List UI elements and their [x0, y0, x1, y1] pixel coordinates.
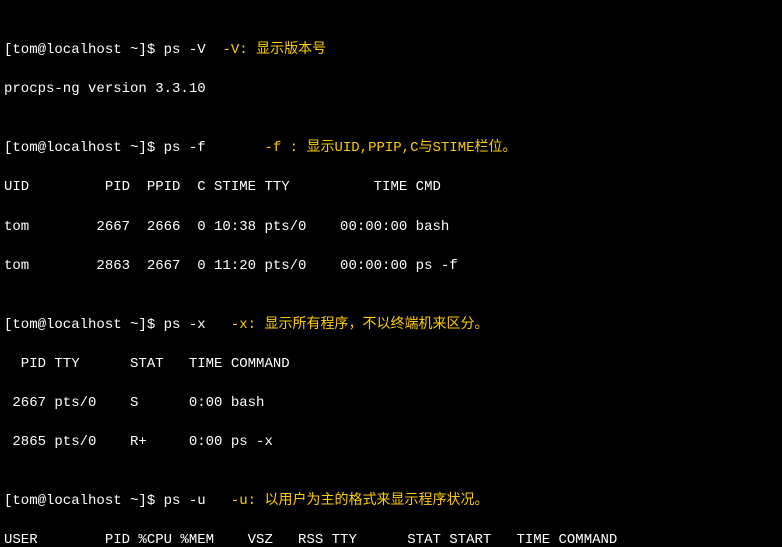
- table-row: tom 2667 2666 0 10:38 pts/0 00:00:00 bas…: [4, 218, 778, 238]
- terminal[interactable]: [tom@localhost ~]$ ps -V -V: 显示版本号 procp…: [0, 0, 782, 547]
- shell-prompt: [tom@localhost ~]$: [4, 42, 164, 58]
- command-ps-f: ps -f: [164, 140, 206, 156]
- shell-prompt: [tom@localhost ~]$: [4, 317, 164, 333]
- note-ps-u: -u: 以用户为主的格式来显示程序状况。: [231, 493, 489, 509]
- note-ps-x: -x: 显示所有程序，不以终端机来区分。: [231, 317, 489, 333]
- table-row: tom 2863 2667 0 11:20 pts/0 00:00:00 ps …: [4, 257, 778, 277]
- table-row: 2865 pts/0 R+ 0:00 ps -x: [4, 433, 778, 453]
- command-ps-V: ps -V: [164, 42, 206, 58]
- command-ps-u: ps -u: [164, 493, 206, 509]
- table-header: UID PID PPID C STIME TTY TIME CMD: [4, 178, 778, 198]
- note-ps-V: -V: 显示版本号: [222, 42, 326, 58]
- prompt-line-ps-u: [tom@localhost ~]$ ps -u -u: 以用户为主的格式来显示…: [4, 492, 778, 512]
- table-header: PID TTY STAT TIME COMMAND: [4, 355, 778, 375]
- note-ps-f: -f : 显示UID,PPIP,C与STIME栏位。: [264, 140, 516, 156]
- table-row: 2667 pts/0 S 0:00 bash: [4, 394, 778, 414]
- prompt-line-ps-f: [tom@localhost ~]$ ps -f -f : 显示UID,PPIP…: [4, 139, 778, 159]
- prompt-line-ps-x: [tom@localhost ~]$ ps -x -x: 显示所有程序，不以终端…: [4, 316, 778, 336]
- shell-prompt: [tom@localhost ~]$: [4, 493, 164, 509]
- table-header: USER PID %CPU %MEM VSZ RSS TTY STAT STAR…: [4, 531, 778, 547]
- prompt-line-ps-V: [tom@localhost ~]$ ps -V -V: 显示版本号: [4, 41, 778, 61]
- command-ps-x: ps -x: [164, 317, 206, 333]
- output-line: procps-ng version 3.3.10: [4, 80, 778, 100]
- shell-prompt: [tom@localhost ~]$: [4, 140, 164, 156]
